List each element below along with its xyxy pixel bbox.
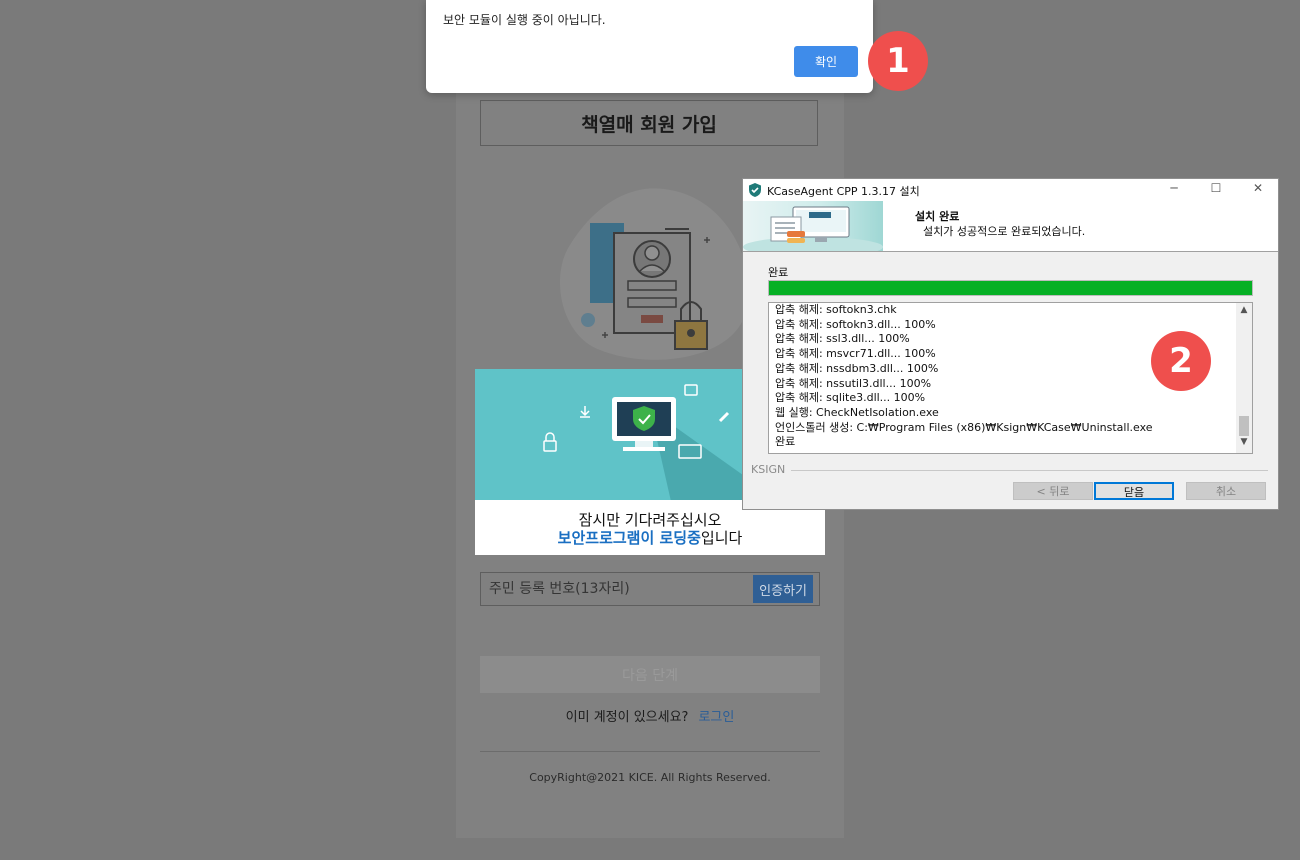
installer-title: KCaseAgent CPP 1.3.17 설치 — [767, 185, 920, 198]
log-line: 완료 — [775, 435, 796, 449]
alert-message: 보안 모듈이 실행 중이 아닙니다. — [443, 13, 606, 27]
footer-divider — [480, 751, 820, 752]
loading-suffix: 입니다 — [700, 529, 743, 547]
alert-ok-button[interactable]: 확인 — [794, 46, 858, 77]
banner-title: 설치 완료 — [915, 210, 960, 223]
scroll-thumb[interactable] — [1239, 416, 1249, 436]
copyright-text: CopyRight@2021 KICE. All Rights Reserved… — [529, 771, 771, 784]
brand-label: KSIGN — [751, 463, 786, 476]
back-button[interactable]: < 뒤로 — [1013, 482, 1093, 500]
log-scrollbar[interactable]: ▲ ▼ — [1236, 303, 1252, 453]
kcase-app-icon — [749, 183, 761, 197]
installer-banner-art — [743, 201, 883, 251]
install-status-label: 완료 — [768, 266, 789, 279]
install-progress-fill — [769, 281, 1252, 295]
verify-button[interactable]: 인증하기 — [753, 575, 813, 603]
brand-separator: KSIGN — [751, 463, 1268, 476]
installer-button-row: < 뒤로 닫음 취소 — [743, 482, 1278, 502]
resident-number-input[interactable] — [481, 573, 757, 605]
cancel-button[interactable]: 취소 — [1186, 482, 1266, 500]
login-link[interactable]: 로그인 — [698, 710, 734, 725]
close-button[interactable]: 닫음 — [1094, 482, 1174, 500]
maximize-icon[interactable]: ☐ — [1203, 181, 1229, 199]
resident-number-field: 인증하기 — [480, 572, 820, 606]
log-line: 웹 실행: CheckNetIsolation.exe — [775, 405, 939, 419]
step-badge-2: 2 — [1151, 331, 1211, 391]
installer-titlebar: KCaseAgent CPP 1.3.17 설치 ─ ☐ ✕ — [743, 179, 1278, 201]
scroll-down-icon[interactable]: ▼ — [1236, 437, 1252, 451]
log-line: 압축 해제: sqlite3.dll... 100% — [775, 391, 926, 405]
page-title: 책열매 회원 가입 — [480, 100, 818, 146]
close-icon[interactable]: ✕ — [1245, 181, 1271, 199]
login-question: 이미 계정이 있으세요? — [565, 710, 689, 725]
loading-highlight: 보안프로그램이 로딩중 — [557, 529, 701, 547]
next-step-button[interactable]: 다음 단계 — [480, 656, 820, 693]
loading-status: 보안프로그램이 로딩중입니다 — [475, 527, 825, 548]
banner-subtitle: 설치가 성공적으로 완료되었습니다. — [923, 225, 1086, 238]
separator-line — [791, 470, 1268, 471]
scroll-up-icon[interactable]: ▲ — [1236, 305, 1252, 319]
alert-dialog: 보안 모듈이 실행 중이 아닙니다. 확인 — [426, 0, 873, 93]
log-line: 언인스톨러 생성: C:₩Program Files (x86)₩Ksign₩K… — [775, 420, 1153, 434]
step-badge-1: 1 — [868, 31, 928, 91]
signup-illustration — [560, 188, 749, 360]
install-progress-bar — [768, 280, 1253, 296]
installer-banner: 설치 완료 설치가 성공적으로 완료되었습니다. — [743, 201, 1278, 252]
log-line: 압축 해제: softokn3.dll... 100% — [775, 317, 936, 331]
log-line: 압축 해제: softokn3.chk — [775, 303, 897, 316]
minimize-icon[interactable]: ─ — [1161, 181, 1187, 199]
login-prompt: 이미 계정이 있으세요? 로그인 — [480, 706, 820, 725]
